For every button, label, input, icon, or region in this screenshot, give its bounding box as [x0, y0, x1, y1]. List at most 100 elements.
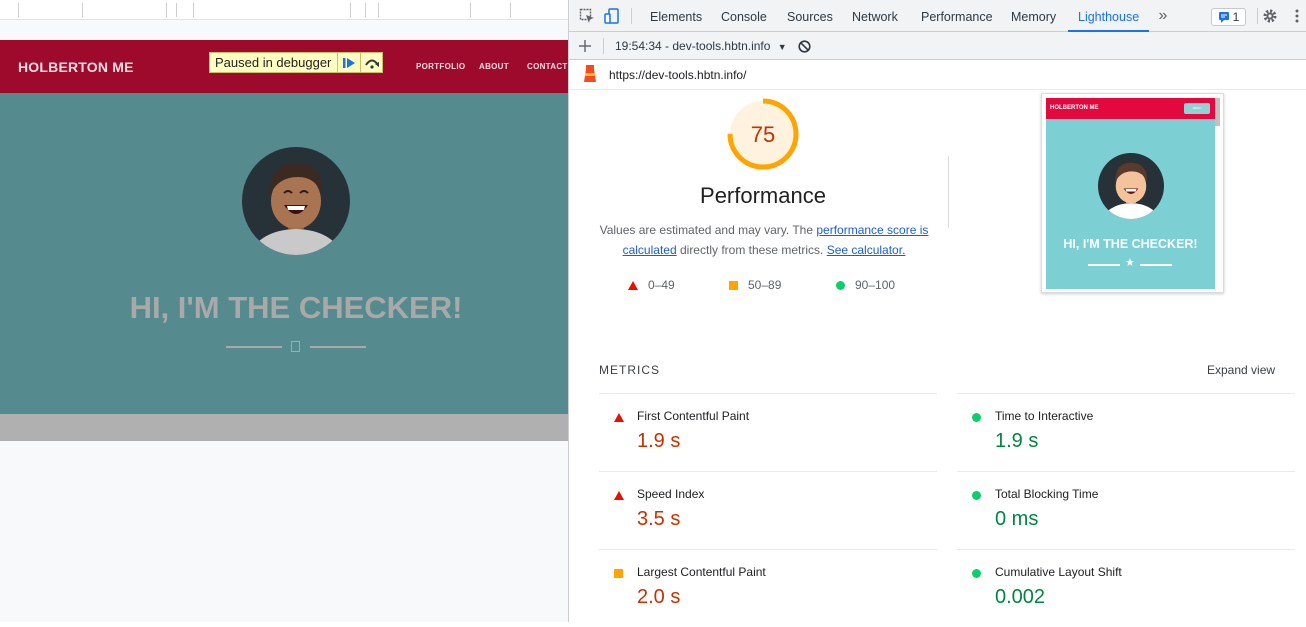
- divider-line: [1088, 264, 1120, 266]
- ruler-tick: [166, 3, 167, 17]
- toolbar-divider: [1257, 8, 1258, 24]
- report-selector[interactable]: 19:54:34 - dev-tools.hbtn.info ▼: [615, 39, 787, 53]
- issues-counter-button[interactable]: 1: [1211, 8, 1246, 26]
- report-url: https://dev-tools.hbtn.info/: [609, 68, 747, 82]
- metric-label: Total Blocking Time: [995, 487, 1099, 501]
- lighthouse-logo-icon: [582, 65, 598, 82]
- ruler-tick: [193, 3, 194, 17]
- gear-icon: [1263, 9, 1277, 23]
- inspect-icon: [579, 8, 594, 23]
- performance-score: 75: [750, 122, 776, 147]
- report-selector-label: 19:54:34 - dev-tools.hbtn.info: [615, 39, 771, 53]
- settings-button[interactable]: [1262, 8, 1278, 24]
- tab-lighthouse[interactable]: Lighthouse: [1068, 0, 1150, 32]
- category-description: Values are estimated and may vary. The p…: [599, 220, 929, 260]
- final-screenshot-thumbnail[interactable]: HOLBERTON ME MENU HI, I'M THE CHECKER! ★: [1041, 93, 1224, 293]
- metric-value: 3.5 s: [637, 508, 681, 530]
- metric-value: 1.9 s: [637, 430, 681, 452]
- metric-largest-contentful-paint: Largest Contentful Paint 2.0 s: [599, 549, 937, 627]
- metric-label: Cumulative Layout Shift: [995, 565, 1122, 579]
- nav-link-portfolio[interactable]: PORTFOLIO: [416, 62, 465, 71]
- ruler-tick: [176, 3, 177, 17]
- circle-icon: [836, 280, 845, 290]
- metric-value: 0 ms: [995, 508, 1039, 530]
- metric-speed-index: Speed Index 3.5 s: [599, 471, 937, 549]
- toolbar-divider: [631, 8, 632, 24]
- nav-link-contact[interactable]: CONTACT: [527, 62, 568, 71]
- more-tabs-button[interactable]: »: [1155, 7, 1171, 24]
- chevrons-right-icon: »: [1158, 7, 1168, 24]
- issues-count: 1: [1232, 10, 1240, 24]
- triangle-icon: [628, 280, 638, 290]
- inspect-element-button[interactable]: [579, 8, 595, 24]
- device-ruler: [0, 0, 568, 20]
- hero-section: HI, I'M THE CHECKER!: [0, 93, 568, 414]
- metric-label: Time to Interactive: [995, 409, 1094, 423]
- square-icon: [729, 280, 738, 290]
- ruler-tick: [510, 3, 511, 17]
- metric-label: First Contentful Paint: [637, 409, 750, 423]
- clear-reports-button[interactable]: [796, 38, 812, 54]
- ruler-tick: [378, 3, 379, 17]
- tab-elements[interactable]: Elements: [650, 0, 702, 32]
- hero-title: HI, I'M THE CHECKER!: [129, 290, 463, 325]
- ruler-tick: [82, 3, 83, 17]
- ruler-tick: [365, 3, 366, 17]
- star-icon: ★: [1125, 257, 1135, 269]
- devtools-tab-bar: Elements Console Sources Network Perform…: [569, 0, 1306, 32]
- report-url-bar: https://dev-tools.hbtn.info/: [569, 60, 1306, 90]
- circle-icon: [972, 413, 981, 422]
- new-report-button[interactable]: [577, 38, 593, 54]
- avatar-illustration: [1103, 162, 1159, 219]
- metric-value: 1.9 s: [995, 430, 1039, 452]
- debugger-paused-text: Paused in debugger: [215, 55, 332, 70]
- resume-icon: [342, 57, 355, 68]
- metric-value: 2.0 s: [637, 586, 681, 608]
- metric-time-to-interactive: Time to Interactive 1.9 s: [957, 393, 1295, 471]
- triangle-icon: [614, 413, 624, 422]
- plus-icon: [579, 40, 591, 52]
- step-over-button[interactable]: [360, 53, 382, 72]
- tab-network[interactable]: Network: [852, 0, 898, 32]
- tab-sources[interactable]: Sources: [787, 0, 833, 32]
- thumbnail-title: HI, I'M THE CHECKER!: [1063, 237, 1198, 251]
- metric-value: 0.002: [995, 586, 1046, 608]
- thumbnail-menu-button: MENU: [1184, 103, 1210, 114]
- thumbnail-avatar: [1098, 153, 1164, 219]
- message-icon: [1218, 12, 1229, 23]
- ruler-tick: [350, 3, 351, 17]
- lighthouse-toolbar: 19:54:34 - dev-tools.hbtn.info ▼: [569, 32, 1306, 60]
- expand-view-toggle[interactable]: Expand view: [1207, 363, 1275, 377]
- clear-icon: [797, 39, 811, 53]
- square-icon: [614, 569, 623, 578]
- nav-link-about[interactable]: ABOUT: [479, 62, 509, 71]
- device-toggle-icon: [604, 8, 619, 24]
- divider-line: [226, 346, 282, 348]
- legend-pass: 90–100: [836, 278, 895, 292]
- see-calculator-link[interactable]: See calculator.: [827, 243, 906, 257]
- legend-range: 0–49: [648, 278, 675, 292]
- devtools-panel: Elements Console Sources Network Perform…: [568, 0, 1306, 622]
- section-band: [0, 414, 568, 441]
- tab-console[interactable]: Console: [721, 0, 767, 32]
- site-brand[interactable]: HOLBERTON ME: [18, 59, 134, 75]
- legend-fail: 0–49: [628, 278, 675, 292]
- debugger-paused-banner: Paused in debugger: [209, 52, 383, 73]
- resume-button[interactable]: [337, 53, 359, 72]
- avatar: [242, 147, 350, 255]
- circle-icon: [972, 491, 981, 500]
- metric-label: Largest Contentful Paint: [637, 565, 766, 579]
- tab-performance[interactable]: Performance: [921, 0, 993, 32]
- performance-score-gauge: 75: [727, 98, 799, 170]
- circle-icon: [972, 569, 981, 578]
- tab-memory[interactable]: Memory: [1011, 0, 1056, 32]
- divider-line: [1140, 264, 1172, 266]
- device-toolbar-button[interactable]: [604, 8, 620, 24]
- toolbar-divider: [603, 38, 604, 54]
- thumbnail-brand: HOLBERTON ME: [1050, 105, 1099, 111]
- divider-line: [310, 346, 366, 348]
- thumbnail-navbar: HOLBERTON ME MENU: [1046, 98, 1215, 119]
- metric-cumulative-layout-shift: Cumulative Layout Shift 0.002: [957, 549, 1295, 627]
- star-icon: [291, 341, 300, 352]
- customize-menu-button[interactable]: [1289, 8, 1305, 24]
